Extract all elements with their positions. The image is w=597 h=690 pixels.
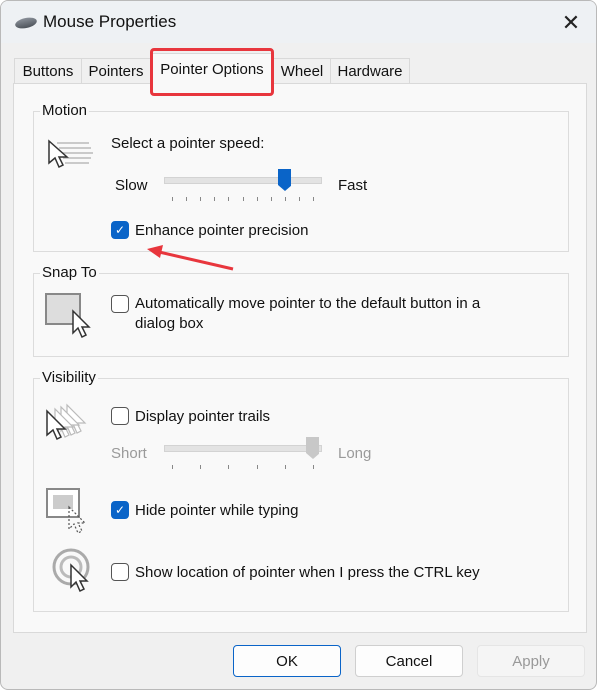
slider-thumb[interactable] bbox=[305, 436, 319, 460]
slider-thumb[interactable] bbox=[277, 168, 291, 192]
slider-tick bbox=[284, 465, 286, 469]
hide-pointer-icon bbox=[46, 488, 87, 533]
tab-buttons[interactable]: Buttons bbox=[14, 58, 82, 84]
show-location-label: Show location of pointer when I press th… bbox=[135, 564, 480, 581]
tab-pointers[interactable]: Pointers bbox=[81, 58, 151, 84]
pointer-trails-label: Display pointer trails bbox=[135, 408, 271, 425]
ok-button[interactable]: OK bbox=[233, 645, 341, 677]
slider-tick bbox=[186, 197, 188, 201]
show-location-icon bbox=[52, 548, 90, 593]
highlight-box bbox=[150, 48, 274, 96]
slider-tick bbox=[172, 465, 173, 469]
slider-tick bbox=[228, 197, 230, 201]
hide-pointer-checkbox[interactable]: ✓ bbox=[111, 501, 129, 519]
title-bar: Mouse Properties ✕ bbox=[1, 1, 596, 43]
speed-slider-track[interactable] bbox=[164, 177, 322, 184]
snap-to-label-line1: Automatically move pointer to the defaul… bbox=[135, 295, 481, 312]
snap-to-icon bbox=[45, 293, 91, 339]
snap-to-group: Snap To bbox=[33, 264, 569, 357]
short-label: Short bbox=[111, 445, 147, 462]
slider-tick bbox=[313, 197, 314, 201]
enhance-precision-label: Enhance pointer precision bbox=[135, 222, 309, 239]
slider-tick bbox=[284, 197, 286, 201]
slider-tick bbox=[298, 197, 300, 201]
tab-wheel[interactable]: Wheel bbox=[273, 58, 331, 84]
cancel-button[interactable]: Cancel bbox=[355, 645, 463, 677]
pointer-trails-checkbox[interactable] bbox=[111, 407, 129, 425]
hide-pointer-label: Hide pointer while typing bbox=[135, 502, 299, 519]
trails-slider-track[interactable] bbox=[164, 445, 322, 452]
motion-legend: Motion bbox=[40, 102, 90, 119]
pointer-speed-label: Select a pointer speed: bbox=[111, 135, 265, 152]
slider-tick bbox=[214, 197, 216, 201]
slider-tick bbox=[256, 197, 258, 201]
pointer-speed-icon bbox=[48, 139, 93, 169]
visibility-legend: Visibility bbox=[40, 369, 98, 386]
tab-hardware[interactable]: Hardware bbox=[330, 58, 410, 84]
pointer-trails-icon bbox=[46, 403, 87, 441]
show-location-checkbox[interactable] bbox=[111, 563, 129, 581]
slider-tick bbox=[228, 465, 230, 469]
slider-tick bbox=[172, 197, 173, 201]
snap-to-legend: Snap To bbox=[40, 264, 99, 281]
slider-tick bbox=[200, 465, 202, 469]
slider-tick bbox=[256, 465, 258, 469]
red-arrow-annotation bbox=[147, 245, 234, 271]
snap-to-label-line2: dialog box bbox=[135, 315, 204, 332]
window-title: Mouse Properties bbox=[43, 12, 177, 31]
enhance-precision-checkbox[interactable]: ✓ bbox=[111, 221, 129, 239]
mouse-properties-dialog: Mouse Properties ✕ Buttons Pointers Poin… bbox=[0, 0, 597, 690]
slider-tick bbox=[242, 197, 244, 201]
mouse-icon bbox=[14, 15, 38, 31]
slider-tick bbox=[200, 197, 202, 201]
snap-to-checkbox[interactable] bbox=[111, 295, 129, 313]
slider-tick bbox=[270, 197, 272, 201]
fast-label: Fast bbox=[338, 177, 368, 194]
apply-button[interactable]: Apply bbox=[477, 645, 585, 677]
slider-tick bbox=[313, 465, 314, 469]
close-icon[interactable]: ✕ bbox=[557, 9, 585, 37]
long-label: Long bbox=[338, 445, 372, 462]
slow-label: Slow bbox=[115, 177, 148, 194]
